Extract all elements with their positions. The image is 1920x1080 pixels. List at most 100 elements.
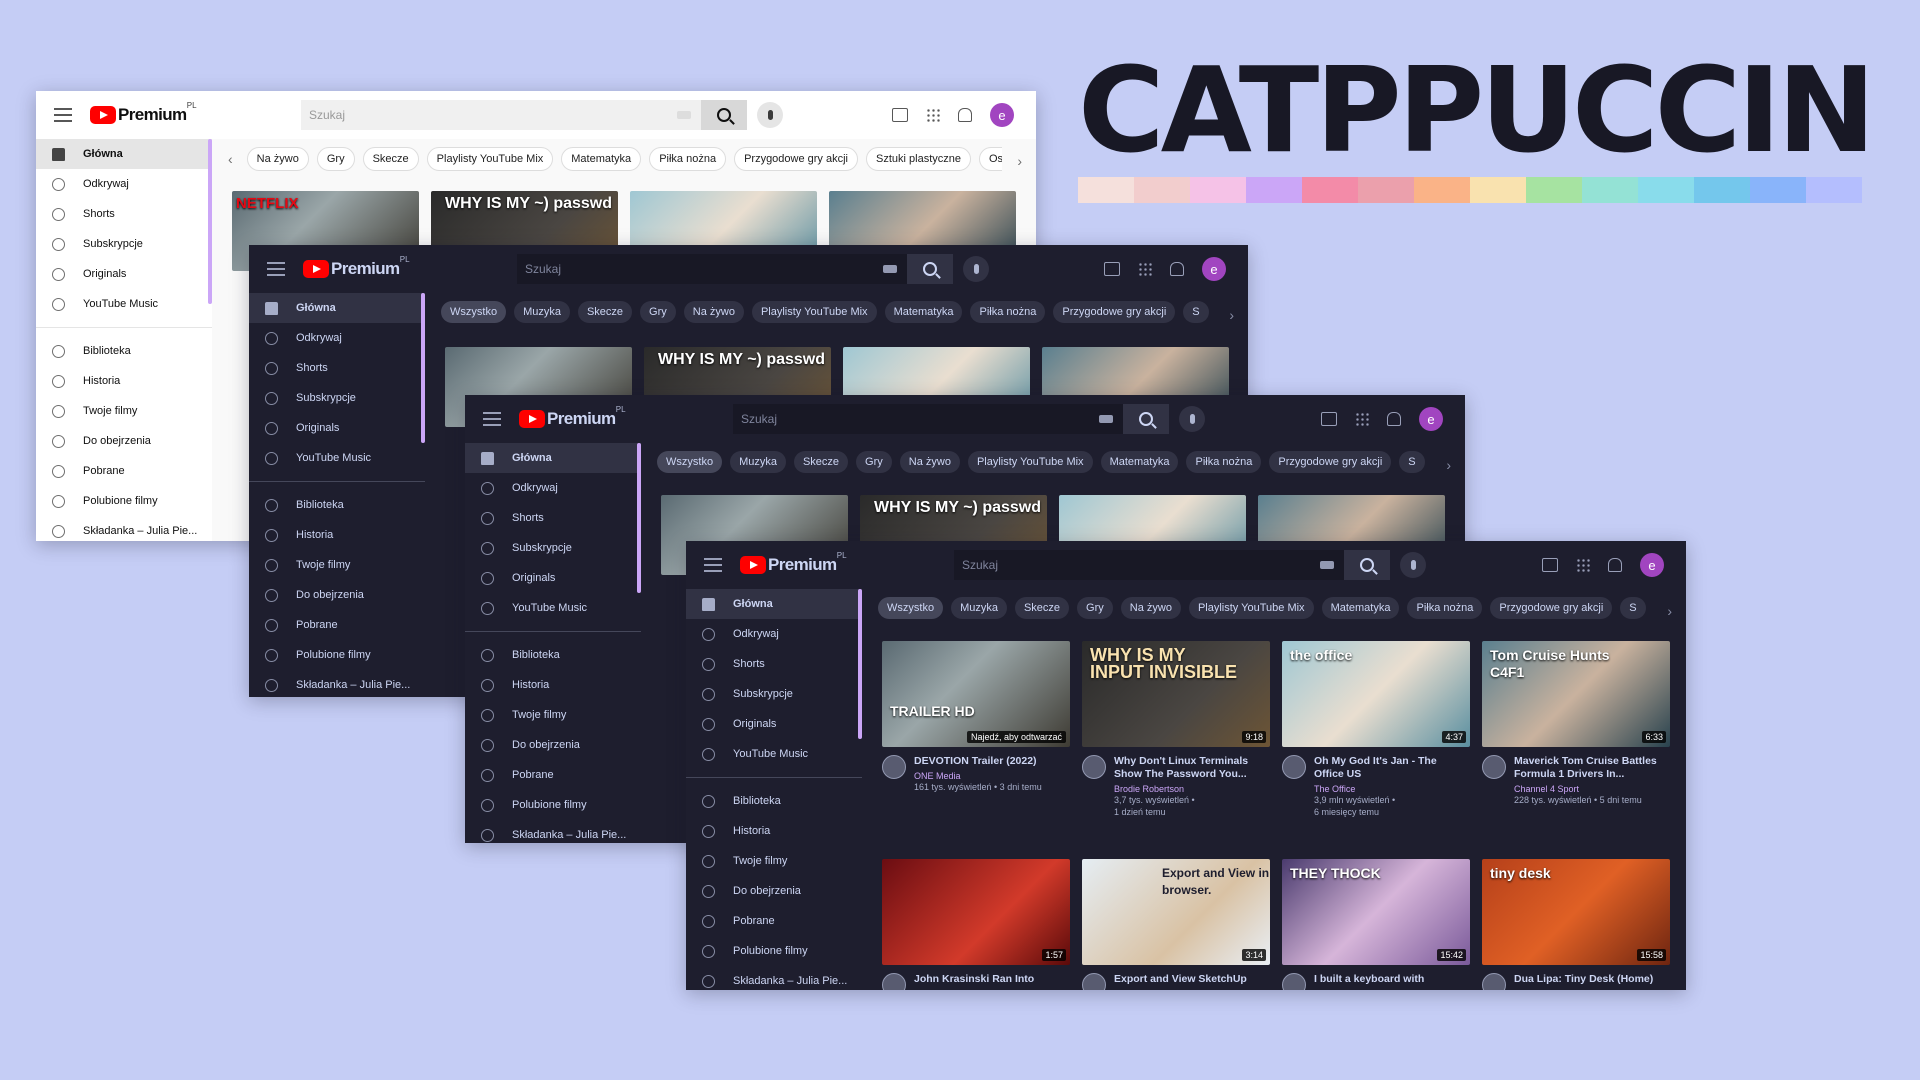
sidebar-item[interactable]: Twoje filmy [36, 396, 212, 426]
filter-chip[interactable]: Sztuki plastyczne [866, 147, 971, 171]
sidebar-item[interactable]: Polubione filmy [465, 790, 641, 820]
chevron-left-icon[interactable]: ‹ [228, 151, 233, 167]
filter-chip[interactable]: Gry [640, 301, 676, 323]
keyboard-icon[interactable] [677, 111, 691, 119]
channel-avatar[interactable] [1482, 755, 1506, 779]
avatar[interactable]: e [1202, 257, 1226, 281]
search-input[interactable]: Szukaj [517, 254, 907, 284]
avatar[interactable]: e [1419, 407, 1443, 431]
sidebar-scrollbar[interactable] [858, 589, 862, 739]
filter-chip[interactable]: Na żywo [683, 301, 744, 323]
channel-avatar[interactable] [1282, 973, 1306, 990]
notifications-icon[interactable] [1608, 558, 1622, 572]
avatar[interactable]: e [1640, 553, 1664, 577]
video-thumbnail[interactable]: Export and View in browser. 3:14 [1082, 859, 1270, 965]
sidebar-item[interactable]: Shorts [36, 199, 212, 229]
sidebar-item[interactable]: Originals [686, 709, 862, 739]
sidebar-item[interactable]: Shorts [465, 503, 641, 533]
sidebar-item[interactable]: Pobrane [249, 610, 425, 640]
filter-chip[interactable]: Gry [1077, 597, 1113, 619]
filter-chip[interactable]: Matematyka [884, 301, 963, 323]
filter-chip[interactable]: Przygodowe gry akcji [1490, 597, 1613, 619]
sidebar-item[interactable]: Historia [465, 670, 641, 700]
filter-chip[interactable]: Os [978, 147, 1002, 171]
create-video-icon[interactable] [1321, 412, 1337, 426]
video-title[interactable]: Dua Lipa: Tiny Desk (Home) [1514, 973, 1666, 986]
sidebar-item[interactable]: Odkrywaj [465, 473, 641, 503]
chevron-right-icon[interactable]: › [1667, 603, 1672, 619]
video-title[interactable]: John Krasinski Ran Into [914, 973, 1066, 986]
filter-chip[interactable]: Muzyka [514, 301, 570, 323]
sidebar-item[interactable]: Składanka – Julia Pie... [465, 820, 641, 843]
search-button[interactable] [1123, 404, 1169, 434]
channel-avatar[interactable] [882, 755, 906, 779]
filter-chip[interactable]: Playlisty YouTube Mix [967, 451, 1093, 473]
sidebar-item[interactable]: YouTube Music [465, 593, 641, 623]
channel-name[interactable]: ONE Media [914, 771, 1066, 781]
keyboard-icon[interactable] [1099, 415, 1113, 423]
sidebar-item[interactable]: Odkrywaj [686, 619, 862, 649]
sidebar-item[interactable]: Polubione filmy [36, 486, 212, 516]
search-button[interactable] [1344, 550, 1390, 580]
sidebar-item[interactable]: Twoje filmy [465, 700, 641, 730]
sidebar-item[interactable]: Składanka – Julia Pie... [249, 670, 425, 697]
sidebar-item[interactable]: Składanka – Julia Pie... [36, 516, 212, 541]
search-input[interactable]: Szukaj [301, 100, 701, 130]
sidebar-item[interactable]: Biblioteka [36, 336, 212, 366]
filter-chip[interactable]: S [1183, 301, 1209, 323]
filter-chip[interactable]: Piłka nożna [1186, 451, 1262, 473]
sidebar-item[interactable]: Do obejrzenia [465, 730, 641, 760]
youtube-logo[interactable]: Premium PL [519, 405, 626, 429]
youtube-logo[interactable]: Premium PL [303, 255, 410, 279]
create-video-icon[interactable] [1104, 262, 1120, 276]
sidebar-item[interactable]: Originals [249, 413, 425, 443]
chevron-right-icon[interactable]: › [1017, 153, 1022, 169]
filter-chip[interactable]: S [1399, 451, 1425, 473]
notifications-icon[interactable] [958, 108, 972, 122]
channel-avatar[interactable] [1482, 973, 1506, 990]
chevron-right-icon[interactable]: › [1229, 307, 1234, 323]
voice-search-button[interactable] [963, 256, 989, 282]
sidebar-item[interactable]: Historia [249, 520, 425, 550]
sidebar-item[interactable]: Główna [686, 589, 862, 619]
filter-chip[interactable]: Wszystko [878, 597, 944, 619]
filter-chip[interactable]: Piłka nożna [1407, 597, 1483, 619]
sidebar-item[interactable]: Odkrywaj [249, 323, 425, 353]
filter-chip[interactable]: Na żywo [1120, 597, 1181, 619]
sidebar-item[interactable]: Historia [686, 816, 862, 846]
youtube-logo[interactable]: Premium PL [740, 551, 847, 575]
chevron-right-icon[interactable]: › [1446, 457, 1451, 473]
youtube-logo[interactable]: Premium PL [90, 101, 197, 125]
video-title[interactable]: Export and View SketchUp [1114, 973, 1266, 986]
avatar[interactable]: e [990, 103, 1014, 127]
sidebar-item[interactable]: Twoje filmy [249, 550, 425, 580]
sidebar-scrollbar[interactable] [421, 293, 425, 443]
filter-chip[interactable]: Przygodowe gry akcji [734, 147, 858, 171]
sidebar-item[interactable]: Subskrypcje [465, 533, 641, 563]
sidebar-item[interactable]: Główna [465, 443, 641, 473]
sidebar-item[interactable]: Historia [36, 366, 212, 396]
filter-chip[interactable]: Muzyka [730, 451, 786, 473]
filter-chip[interactable]: Playlisty YouTube Mix [751, 301, 877, 323]
create-video-icon[interactable] [892, 108, 908, 122]
sidebar-item[interactable]: Biblioteka [465, 640, 641, 670]
filter-chip[interactable]: Matematyka [1321, 597, 1400, 619]
menu-icon[interactable] [704, 558, 722, 572]
sidebar-item[interactable]: Do obejrzenia [36, 426, 212, 456]
filter-chip[interactable]: Matematyka [561, 147, 642, 171]
filter-chip[interactable]: Na żywo [899, 451, 960, 473]
menu-icon[interactable] [267, 262, 285, 276]
notifications-icon[interactable] [1387, 412, 1401, 426]
notifications-icon[interactable] [1170, 262, 1184, 276]
sidebar-scrollbar[interactable] [637, 443, 641, 593]
filter-chip[interactable]: Wszystko [441, 301, 507, 323]
sidebar-item[interactable]: Składanka – Julia Pie... [686, 966, 862, 990]
filter-chip[interactable]: Gry [316, 147, 355, 171]
sidebar-item[interactable]: Biblioteka [686, 786, 862, 816]
channel-name[interactable]: Brodie Robertson [1114, 784, 1266, 794]
filter-chip[interactable]: Matematyka [1100, 451, 1179, 473]
search-button[interactable] [907, 254, 953, 284]
menu-icon[interactable] [483, 412, 501, 426]
sidebar-item[interactable]: Shorts [686, 649, 862, 679]
sidebar-item[interactable]: Subskrypcje [686, 679, 862, 709]
